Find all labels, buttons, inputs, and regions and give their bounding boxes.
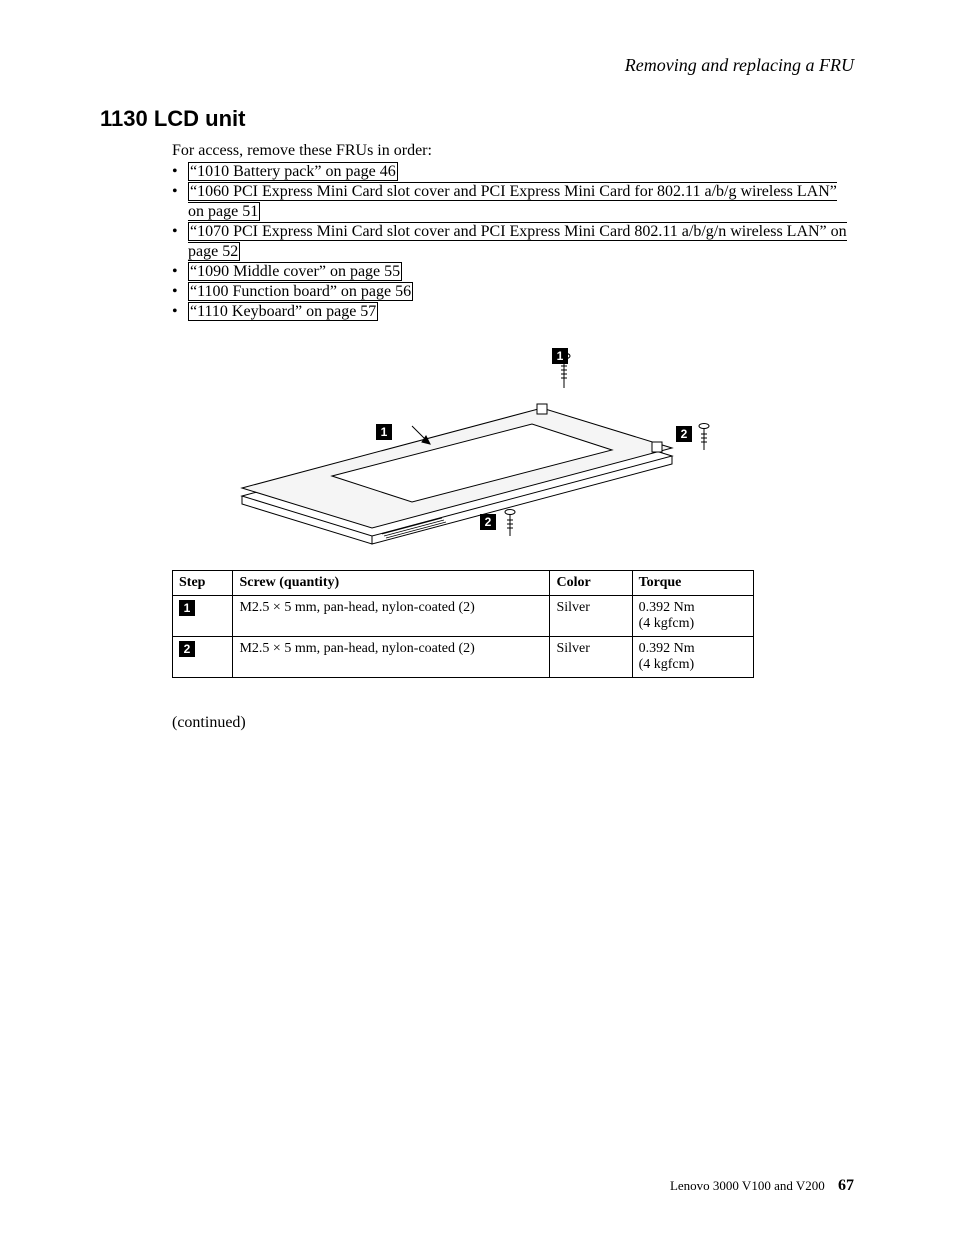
cell-screw: M2.5 × 5 mm, pan-head, nylon-coated (2)	[233, 596, 550, 637]
callout-badge: 2	[676, 426, 692, 442]
footer-model: Lenovo 3000 V100 and V200	[670, 1178, 825, 1193]
laptop-base-illustration	[172, 346, 732, 546]
list-item: “1010 Battery pack” on page 46	[172, 162, 854, 182]
list-item: “1110 Keyboard” on page 57	[172, 302, 854, 322]
col-header-step: Step	[173, 571, 233, 596]
xref-link[interactable]: “1060 PCI Express Mini Card slot cover a…	[188, 182, 837, 221]
continued-note: (continued)	[172, 714, 854, 732]
exploded-diagram: 1 1 2 2	[172, 346, 732, 546]
list-item: “1090 Middle cover” on page 55	[172, 262, 854, 282]
running-header: Removing and replacing a FRU	[100, 55, 854, 76]
list-item: “1100 Function board” on page 56	[172, 282, 854, 302]
callout-badge: 1	[376, 424, 392, 440]
section-title: 1130 LCD unit	[100, 106, 854, 132]
xref-link[interactable]: “1070 PCI Express Mini Card slot cover a…	[188, 222, 847, 261]
page-number: 67	[838, 1177, 854, 1194]
list-item: “1070 PCI Express Mini Card slot cover a…	[172, 222, 854, 262]
cell-color: Silver	[550, 596, 632, 637]
cell-step: 2	[173, 637, 233, 678]
fru-prereq-list: “1010 Battery pack” on page 46 “1060 PCI…	[172, 162, 854, 322]
table-row: 2 M2.5 × 5 mm, pan-head, nylon-coated (2…	[173, 637, 754, 678]
xref-link[interactable]: “1090 Middle cover” on page 55	[188, 262, 402, 281]
body-block: For access, remove these FRUs in order: …	[172, 142, 854, 322]
cell-color: Silver	[550, 637, 632, 678]
cell-screw: M2.5 × 5 mm, pan-head, nylon-coated (2)	[233, 637, 550, 678]
table-header-row: Step Screw (quantity) Color Torque	[173, 571, 754, 596]
cell-torque: 0.392 Nm (4 kgfcm)	[632, 596, 753, 637]
col-header-screw: Screw (quantity)	[233, 571, 550, 596]
cell-step: 1	[173, 596, 233, 637]
step-badge: 1	[179, 600, 195, 616]
page-footer: Lenovo 3000 V100 and V200 67	[670, 1177, 854, 1195]
table-row: 1 M2.5 × 5 mm, pan-head, nylon-coated (2…	[173, 596, 754, 637]
col-header-torque: Torque	[632, 571, 753, 596]
xref-link[interactable]: “1110 Keyboard” on page 57	[188, 302, 378, 321]
xref-link[interactable]: “1100 Function board” on page 56	[188, 282, 413, 301]
step-badge: 2	[179, 641, 195, 657]
callout-badge: 1	[552, 348, 568, 364]
callout-badge: 2	[480, 514, 496, 530]
cell-torque: 0.392 Nm (4 kgfcm)	[632, 637, 753, 678]
list-item: “1060 PCI Express Mini Card slot cover a…	[172, 182, 854, 222]
xref-link[interactable]: “1010 Battery pack” on page 46	[188, 162, 398, 181]
intro-text: For access, remove these FRUs in order:	[172, 142, 854, 160]
col-header-color: Color	[550, 571, 632, 596]
page: Removing and replacing a FRU 1130 LCD un…	[0, 0, 954, 1235]
screw-spec-table: Step Screw (quantity) Color Torque 1 M2.…	[172, 570, 754, 678]
